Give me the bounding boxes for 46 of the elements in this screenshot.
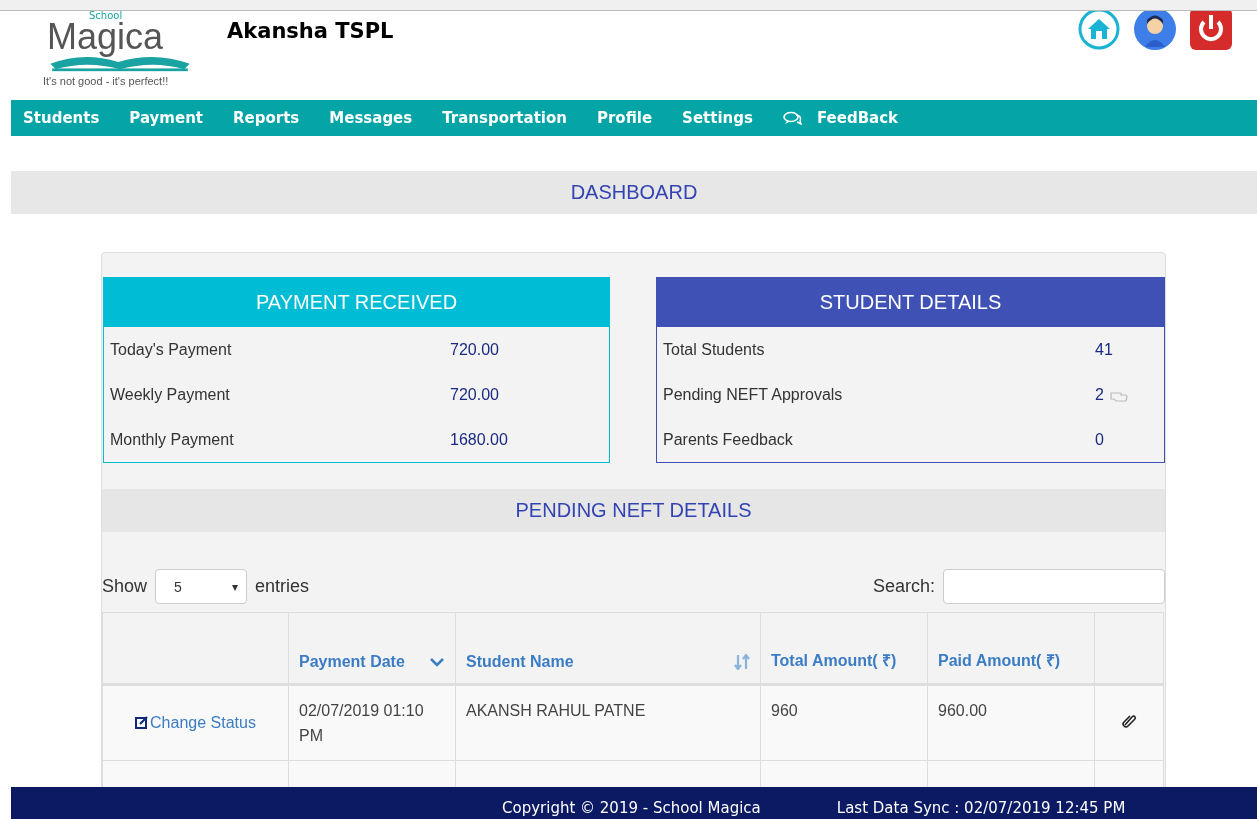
copyright-text: Copyright © 2019 - School Magica [502,799,761,817]
table-cell: 960.00 [927,684,1095,761]
logo-drawing: School Magica It's not good - it's perfect!! [41,11,213,95]
stat-value: 1680.00 [450,430,508,449]
power-icon[interactable] [1189,11,1233,51]
stat-label: Weekly Payment [110,385,231,404]
table-cell: AKANSH RAHUL PATNE [455,684,761,761]
sort-arrows-icon [734,654,750,670]
edit-icon [135,716,149,729]
stat-value[interactable]: 2 [1095,385,1104,404]
chat-bubbles-icon [782,111,803,125]
nav-link[interactable]: Settings [682,109,753,127]
nav-link[interactable]: FeedBack [782,109,899,127]
table-cell: 02/07/2019 01:10 PM [288,684,456,761]
panel-title: STUDENT DETAILS [657,278,1164,327]
stat-label: Pending NEFT Approvals [663,385,844,404]
search-label: Search: [872,576,935,597]
show-label: Show [102,576,148,597]
organization-name: Akansha TSPL [227,19,394,43]
user-avatar-icon[interactable] [1133,11,1177,51]
nav-link[interactable]: Messages [329,109,413,127]
panel-title: PAYMENT RECEIVED [104,278,609,327]
stat-label: Total Students [663,340,766,359]
page-size-select[interactable]: 5 ▾ [155,569,248,604]
nav-link[interactable]: Profile [596,109,653,127]
stat-value[interactable]: 0 [1095,430,1104,449]
stat-value: 720.00 [450,340,499,359]
stat-label: Today's Payment [110,340,233,359]
caret-icon: ▾ [232,579,239,594]
nav-link[interactable]: Reports [233,109,300,127]
stat-value[interactable]: 41 [1095,340,1113,359]
nav-link[interactable]: Students [23,109,100,127]
stat-label: Parents Feedback [663,430,794,449]
dashboard-title: DASHBOARD [570,181,698,204]
paperclip-icon[interactable] [1121,712,1137,729]
stat-label: Monthly Payment [110,430,235,449]
chevron-down-icon [429,657,445,667]
home-icon[interactable] [1077,11,1121,51]
last-sync-text: Last Data Sync : 02/07/2019 12:45 PM [836,799,1126,817]
table-cell: 960 [760,684,928,761]
search-field[interactable] [943,569,1165,604]
section-title: PENDING NEFT DETAILS [515,499,752,522]
nav-link[interactable]: Payment [129,109,204,127]
entries-label: entries [255,576,310,597]
nav-link[interactable]: Transportation [442,109,567,127]
stat-value: 720.00 [450,385,499,404]
